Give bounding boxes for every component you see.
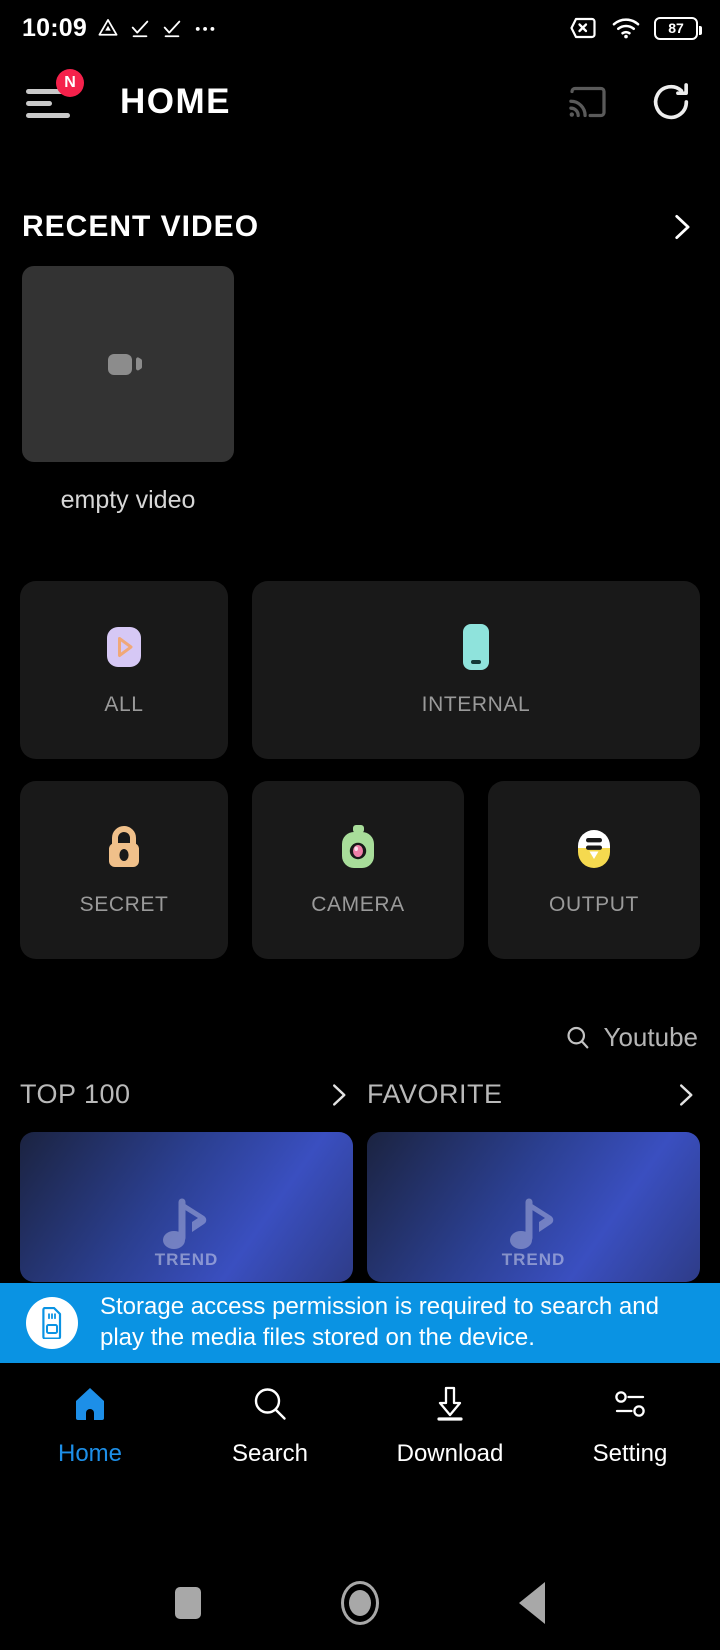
nav-item-home[interactable]: Home (0, 1384, 180, 1468)
youtube-label: Youtube (603, 1022, 698, 1052)
refresh-icon[interactable] (648, 79, 694, 125)
home-icon (76, 1387, 104, 1420)
check-download-icon (131, 20, 149, 38)
music-note-icon (509, 1198, 553, 1249)
sim-card-off-icon (570, 17, 596, 39)
nav-label: Setting (592, 1439, 668, 1467)
category-row-1: ALL INTERNAL (20, 581, 700, 759)
category-tile-internal[interactable]: INTERNAL (252, 581, 700, 759)
search-icon (254, 1387, 286, 1420)
category-tile-camera[interactable]: CAMERA (252, 781, 464, 959)
trend-header: TREND Youtube (0, 1019, 720, 1053)
trend-col-label: TOP 100 (20, 1079, 131, 1109)
category-tile-all[interactable]: ALL (20, 581, 228, 759)
trend-col-header[interactable]: TOP 100 (20, 1079, 353, 1110)
recent-video-thumbnail[interactable] (22, 266, 234, 462)
circle-home-icon[interactable] (341, 1580, 379, 1625)
trend-column-favorite: FAVORITE TREND (367, 1079, 700, 1282)
recent-video-label: empty video (60, 486, 196, 514)
chevron-right-icon[interactable] (323, 1080, 353, 1110)
trend-card[interactable]: TREND (367, 1132, 700, 1282)
status-bar-right: 87 (568, 15, 702, 41)
chevron-right-icon[interactable] (664, 210, 698, 244)
download-icon (437, 1386, 463, 1421)
category-label: CAMERA (311, 893, 405, 916)
cast-icon[interactable] (566, 82, 610, 122)
chevron-right-icon[interactable] (670, 1080, 700, 1110)
check-download-icon (163, 20, 181, 38)
nav-item-search[interactable]: Search (180, 1384, 360, 1468)
page-title: HOME (120, 82, 231, 121)
category-tile-secret[interactable]: SECRET (20, 781, 228, 959)
lock-icon (100, 823, 148, 871)
wifi-icon (612, 18, 640, 39)
category-row-2: SECRET CAMERA OUTPUT (20, 781, 700, 959)
category-tiles: ALL INTERNAL SECRET CAMERA OUTPUT (0, 581, 720, 959)
status-time: 10:09 (22, 13, 87, 42)
music-note-icon (162, 1198, 206, 1249)
hamburger-menu-icon[interactable]: N (26, 69, 84, 123)
trend-col-header[interactable]: FAVORITE (367, 1079, 700, 1110)
recent-video-header: RECENT VIDEO (0, 210, 720, 244)
storage-permission-banner[interactable]: Storage access permission is required to… (0, 1283, 720, 1363)
status-bar-left: 10:09 (22, 14, 219, 43)
play-square-icon (100, 623, 148, 671)
battery-level: 87 (668, 20, 684, 36)
nav-label: Home (57, 1439, 123, 1467)
video-camera-icon (108, 354, 142, 375)
sd-card-icon (26, 1297, 78, 1349)
square-recents-icon[interactable] (175, 1586, 201, 1619)
settings-sliders-icon (615, 1390, 645, 1417)
status-bar: 10:09 87 (0, 0, 720, 56)
nav-label: Download (396, 1439, 504, 1467)
triangle-back-icon[interactable] (519, 1581, 545, 1624)
output-icon (570, 823, 618, 871)
system-navigation-bar (0, 1555, 720, 1650)
nav-item-setting[interactable]: Setting (540, 1384, 720, 1468)
category-label: OUTPUT (549, 893, 639, 916)
trend-title: TREND (22, 1019, 131, 1052)
trend-card-logo-text: TREND (154, 1250, 219, 1269)
battery-indicator: 87 (654, 16, 702, 40)
category-label: INTERNAL (421, 693, 531, 716)
trend-card[interactable]: TREND (20, 1132, 353, 1282)
nav-label: Search (231, 1439, 309, 1467)
trend-column-top100: TOP 100 TREND (20, 1079, 353, 1282)
trend-col-label: FAVORITE (367, 1079, 503, 1109)
banner-message: Storage access permission is required to… (100, 1293, 659, 1351)
app-screen: 10:09 87 N HOME RECENT VIDEO empty video… (0, 0, 720, 1650)
camera-icon (334, 823, 382, 871)
category-label: SECRET (79, 893, 169, 916)
bottom-navigation: Home Search Download Setting (0, 1363, 720, 1488)
app-bar-actions (566, 79, 694, 125)
recent-video-list: empty video (0, 266, 720, 515)
youtube-search-link[interactable]: Youtube (564, 1022, 698, 1053)
search-icon (566, 1026, 588, 1048)
more-dots-icon (195, 26, 215, 31)
triangle-alert-icon (98, 19, 118, 36)
menu-badge: N (56, 69, 84, 97)
phone-icon (452, 623, 500, 671)
nav-item-download[interactable]: Download (360, 1384, 540, 1468)
category-tile-output[interactable]: OUTPUT (488, 781, 700, 959)
trend-card-logo-text: TREND (501, 1250, 566, 1269)
trend-columns: TOP 100 TREND FAVORITE TREND (0, 1079, 720, 1282)
recent-video-title: RECENT VIDEO (22, 210, 260, 243)
category-label: ALL (104, 693, 144, 716)
app-bar: N HOME (0, 56, 720, 148)
